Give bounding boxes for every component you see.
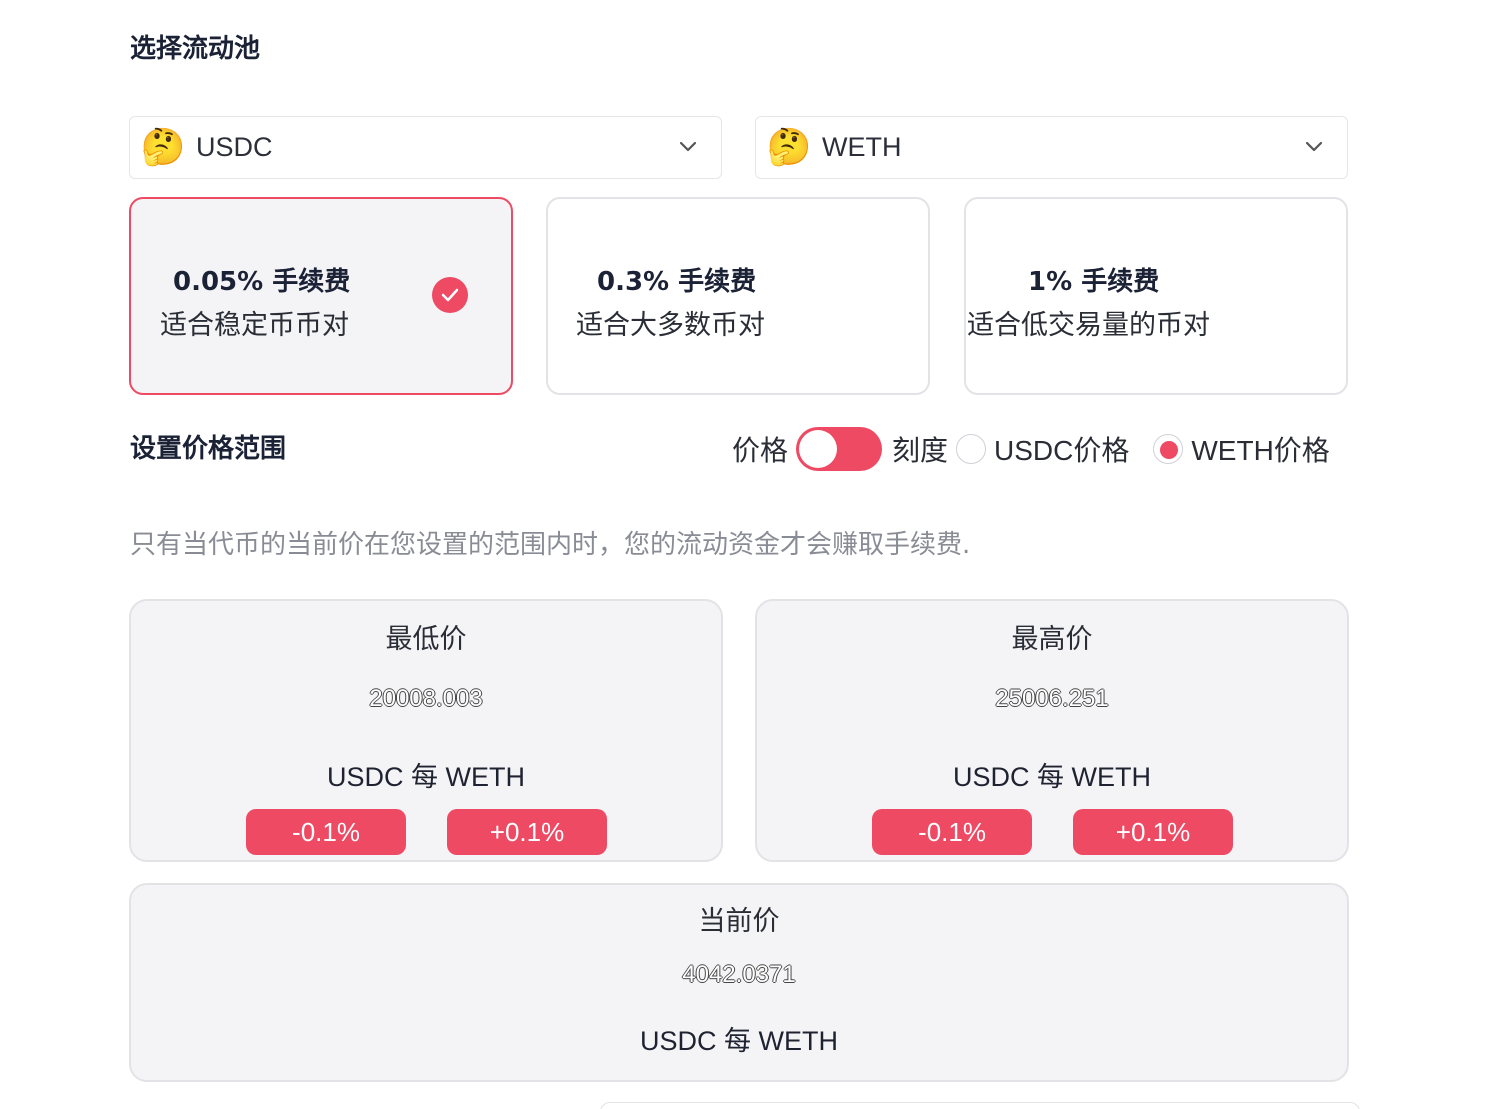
token-a-name: USDC — [196, 132, 273, 162]
radio-usdc-price-label: USDC价格 — [994, 435, 1130, 466]
current-price-card: 当前价 USDC 每 WETH — [129, 883, 1349, 1082]
fee-tier-desc: 适合低交易量的币对 — [967, 310, 1210, 341]
min-price-label: 最低价 — [385, 624, 467, 655]
toggle-knob — [799, 430, 838, 468]
fee-tier-title: 0.3% 手续费 — [597, 267, 757, 297]
radio-weth-price[interactable] — [1153, 434, 1184, 464]
chevron-down-icon — [679, 141, 697, 152]
token-b-name: WETH — [822, 132, 902, 162]
fee-tier-desc: 适合大多数币对 — [576, 310, 765, 341]
max-price-unit: USDC 每 WETH — [953, 762, 1151, 792]
max-price-card: 最高价 USDC 每 WETH -0.1% +0.1% — [755, 599, 1349, 862]
toggle-price-label: 价格 — [732, 434, 789, 467]
token-b-select[interactable]: 🤔 WETH — [755, 116, 1348, 179]
range-note: 只有当代币的当前价在您设置的范围内时，您的流动资金才会赚取手续费. — [130, 530, 971, 560]
set-price-range-title: 设置价格范围 — [130, 434, 287, 464]
radio-weth-price-label: WETH价格 — [1191, 435, 1330, 466]
thinking-face-icon: 🤔 — [140, 126, 186, 168]
check-icon — [432, 277, 468, 313]
min-price-increase-button[interactable]: +0.1% — [447, 809, 607, 855]
token-a-select[interactable]: 🤔 USDC — [129, 116, 722, 179]
current-price-unit: USDC 每 WETH — [640, 1026, 838, 1056]
max-price-input[interactable] — [757, 685, 1347, 713]
fee-tier-title: 0.05% 手续费 — [173, 267, 351, 297]
current-price-input[interactable] — [131, 961, 1347, 989]
max-price-decrease-button[interactable]: -0.1% — [872, 809, 1032, 855]
fee-tier-card-0.05[interactable]: 0.05% 手续费 适合稳定币币对 — [129, 197, 513, 395]
min-price-input[interactable] — [131, 685, 721, 713]
chevron-down-icon — [1305, 141, 1323, 152]
radio-usdc-price[interactable] — [956, 434, 987, 464]
max-price-label: 最高价 — [1011, 624, 1093, 655]
select-pool-title: 选择流动池 — [130, 34, 261, 64]
min-price-card: 最低价 USDC 每 WETH -0.1% +0.1% — [129, 599, 723, 862]
min-price-decrease-button[interactable]: -0.1% — [246, 809, 406, 855]
fee-tier-desc: 适合稳定币币对 — [160, 310, 349, 341]
current-price-label: 当前价 — [698, 906, 780, 937]
thinking-face-icon: 🤔 — [766, 126, 812, 168]
toggle-tick-label: 刻度 — [892, 434, 949, 467]
price-tick-toggle[interactable] — [796, 427, 883, 471]
fee-tier-title: 1% 手续费 — [1028, 267, 1160, 297]
fee-tier-card-1[interactable]: 1% 手续费 适合低交易量的币对 — [964, 197, 1348, 395]
max-price-increase-button[interactable]: +0.1% — [1073, 809, 1233, 855]
add-liquidity-page: 选择流动池 🤔 USDC 🤔 WETH 0.05% 手续费 适合稳定币币对 0.… — [0, 0, 1499, 1109]
min-price-unit: USDC 每 WETH — [327, 762, 525, 792]
next-section-card — [600, 1102, 1360, 1109]
price-mode-controls: 价格 刻度 USDC价格 WETH价格 — [732, 425, 1330, 473]
fee-tier-card-0.3[interactable]: 0.3% 手续费 适合大多数币对 — [546, 197, 930, 395]
